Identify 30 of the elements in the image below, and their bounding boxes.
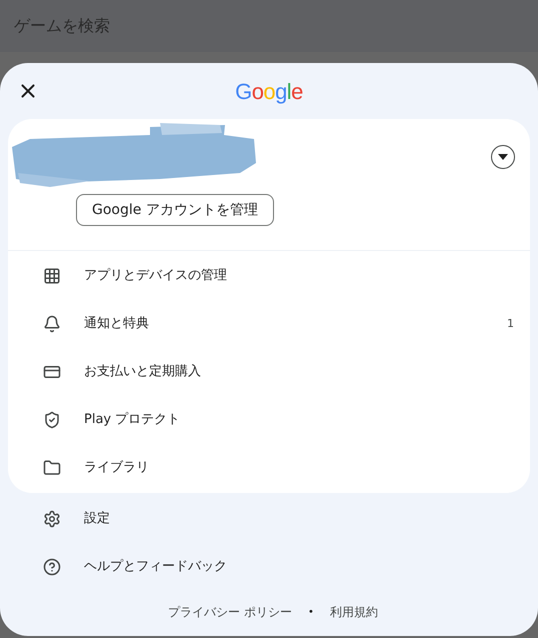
separator-dot: •	[308, 606, 314, 620]
menu-item[interactable]: 設定	[8, 495, 538, 543]
menu-item-label: お支払いと定期購入	[84, 363, 201, 382]
shield-icon	[43, 411, 61, 429]
credit-card-icon	[43, 363, 61, 381]
settings-icon	[43, 510, 61, 528]
menu-item-label: 設定	[84, 510, 110, 528]
menu-item[interactable]: 通知と特典 1	[8, 300, 530, 348]
count-label: 1	[507, 316, 514, 332]
folder-icon	[43, 459, 61, 477]
caret-icon	[498, 154, 508, 160]
terms-link[interactable]: 利用規約	[330, 603, 378, 621]
menu-item-label: ヘルプとフィードバック	[84, 558, 227, 576]
menu-item[interactable]: アプリとデバイスの管理	[8, 252, 530, 300]
privacy-policy-link[interactable]: プライバシー ポリシー	[168, 603, 292, 621]
bell-icon	[43, 315, 61, 333]
help-icon	[43, 558, 61, 576]
menu-item[interactable]: ライブラリ	[8, 444, 530, 492]
menu-item-label: アプリとデバイスの管理	[84, 267, 227, 286]
account-dropdown-button[interactable]	[491, 145, 515, 169]
google-logo: Google	[235, 78, 303, 106]
menu-item-label: 通知と特典	[84, 315, 149, 334]
menu-item-label: ライブラリ	[84, 459, 149, 478]
menu-item[interactable]: ヘルプとフィードバック	[8, 543, 538, 591]
manage-account-button[interactable]: Google アカウントを管理	[76, 194, 274, 226]
menu-item-label: Play プロテクト	[84, 411, 180, 430]
grid-icon	[43, 267, 61, 285]
search-placeholder: ゲームを検索	[14, 15, 110, 37]
menu-item[interactable]: お支払いと定期購入	[8, 348, 530, 396]
menu-item[interactable]: Play プロテクト	[8, 396, 530, 444]
